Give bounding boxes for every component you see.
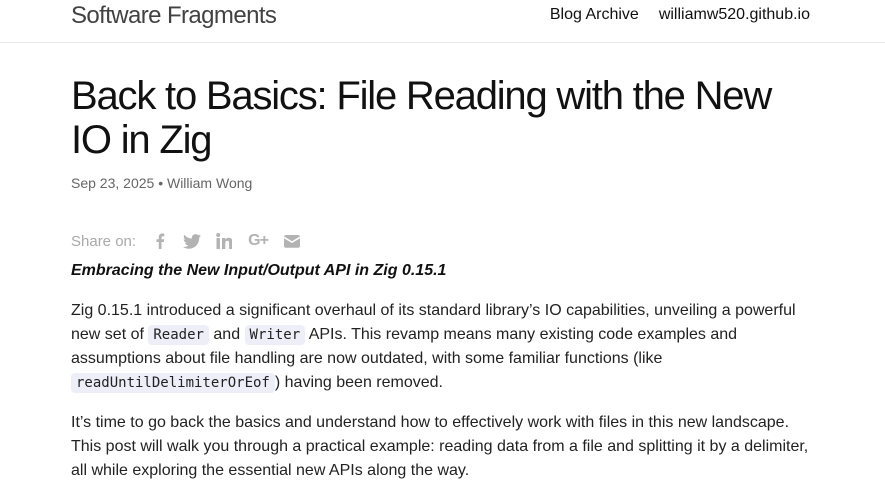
google-plus-icon[interactable]: G+	[246, 231, 270, 251]
post-title: Back to Basics: File Reading with the Ne…	[71, 74, 772, 162]
paragraph-2: It’s time to go back the basics and unde…	[71, 414, 809, 479]
p1-text-2: and	[208, 326, 245, 343]
site-header: Software Fragments Blog Archive williamw…	[0, 0, 885, 43]
code-writer: Writer	[244, 325, 306, 345]
p1-text-4: ) having been removed.	[274, 374, 443, 391]
post-lead: Embracing the New Input/Output API in Zi…	[71, 262, 447, 279]
share-label: Share on:	[71, 232, 137, 250]
linkedin-icon[interactable]	[214, 231, 234, 251]
post-date: Sep 23, 2025	[71, 175, 155, 191]
facebook-icon[interactable]	[150, 231, 170, 251]
share-bar: Share on: G+	[71, 230, 314, 252]
site-nav: Blog Archive williamw520.github.io	[550, 6, 810, 24]
nav-homepage-link[interactable]: williamw520.github.io	[659, 6, 810, 24]
code-read-until-delimiter: readUntilDelimiterOrEof	[71, 373, 275, 393]
site-title-link[interactable]: Software Fragments	[71, 2, 277, 30]
paragraph-1: Zig 0.15.1 introduced a significant over…	[71, 299, 816, 395]
meta-separator: •	[158, 175, 164, 191]
email-icon[interactable]	[282, 231, 302, 251]
post-author: William Wong	[166, 175, 253, 191]
post-meta: Sep 23, 2025 • William Wong	[71, 175, 252, 191]
nav-blog-archive-link[interactable]: Blog Archive	[550, 6, 639, 24]
code-reader: Reader	[148, 325, 209, 345]
twitter-icon[interactable]	[182, 231, 202, 251]
